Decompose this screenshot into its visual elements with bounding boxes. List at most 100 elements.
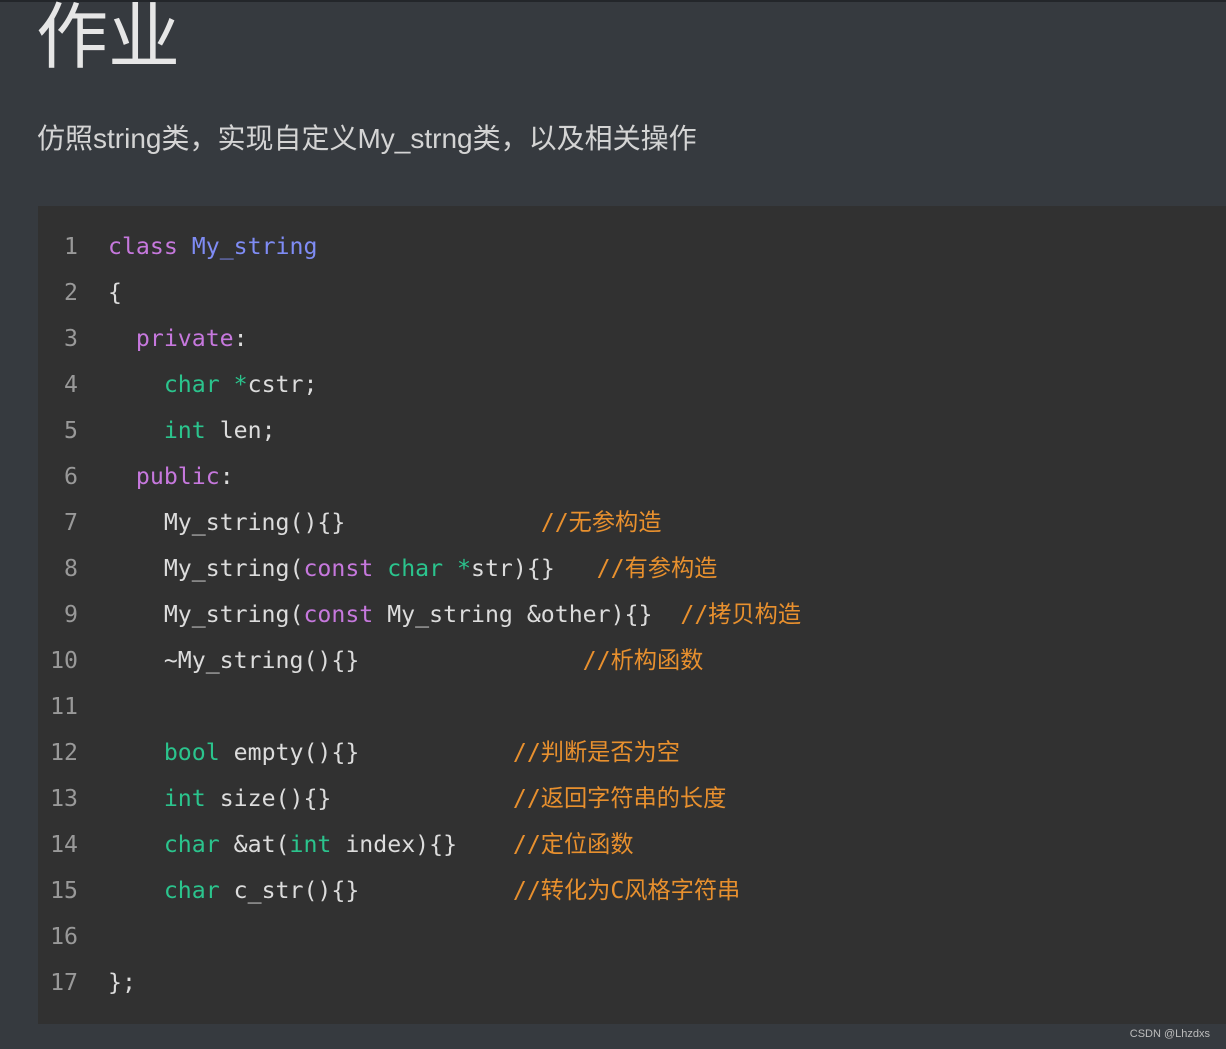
code-line: 11 [38, 684, 1226, 730]
code-line: 15 char c_str(){} //转化为C风格字符串 [38, 868, 1226, 914]
code-line: 1 class My_string [38, 224, 1226, 270]
code-content: { [108, 270, 122, 316]
code-line: 17}; [38, 960, 1226, 1006]
line-number: 9 [64, 601, 78, 628]
code-block: 1 class My_string 2{3 private: 4 char *cstr… [38, 206, 1226, 1024]
code-line: 10 ~My_string(){} //析构函数 [38, 638, 1226, 684]
line-number: 16 [50, 923, 78, 950]
watermark: CSDN @Lhzdxs [1129, 1028, 1210, 1040]
code-line: 7 My_string(){} //无参构造 [38, 500, 1226, 546]
code-text: My_string(){} [108, 509, 541, 536]
code-content: bool empty(){} //判断是否为空 [108, 730, 680, 776]
code-text: &at( [219, 831, 290, 858]
code-content: int size(){} //返回字符串的长度 [108, 776, 726, 822]
code-text: My_string &other){} [373, 601, 681, 628]
code-type: int [289, 831, 332, 858]
line-number: 11 [50, 693, 78, 720]
code-comment: //有参构造 [596, 555, 718, 582]
line-number: 12 [50, 739, 78, 766]
code-text: size(){} [205, 785, 513, 812]
code-text: empty(){} [219, 739, 513, 766]
code-line: 14 char &at(int index){} //定位函数 [38, 822, 1226, 868]
line-number: 7 [64, 509, 78, 536]
description-text: 仿照string类，实现自定义My_strng类，以及相关操作 [37, 123, 697, 154]
code-line: 2{ [38, 270, 1226, 316]
code-text: index){} [331, 831, 513, 858]
code-comment: //判断是否为空 [512, 739, 680, 766]
code-line: 13 int size(){} //返回字符串的长度 [38, 776, 1226, 822]
line-number: 8 [64, 555, 78, 582]
code-comment: //拷贝构造 [680, 601, 802, 628]
code-comment: //析构函数 [582, 647, 704, 674]
code-content: char *cstr; [108, 362, 318, 408]
code-text: len; [205, 417, 276, 444]
code-text: : [219, 463, 234, 490]
line-number: 6 [64, 463, 78, 490]
line-number: 17 [50, 969, 78, 996]
code-type: * [233, 371, 248, 398]
code-content: My_string(const char *str){} //有参构造 [108, 546, 718, 592]
code-line: 3 private: [38, 316, 1226, 362]
code-content: ~My_string(){} //析构函数 [108, 638, 704, 684]
code-keyword: const [303, 555, 374, 582]
code-comment: //无参构造 [540, 509, 662, 536]
code-content: public: [108, 454, 234, 500]
code-content: class My_string [108, 224, 317, 270]
code-text: c_str(){} [219, 877, 513, 904]
code-function-name: My_string [191, 233, 318, 260]
code-comment: //返回字符串的长度 [512, 785, 727, 812]
code-keyword: class [108, 233, 178, 260]
code-keyword: public [135, 463, 220, 490]
code-line: 4 char *cstr; [38, 362, 1226, 408]
code-type: int [163, 785, 206, 812]
code-content: My_string(const My_string &other){} //拷贝… [108, 592, 801, 638]
code-text: cstr; [247, 371, 318, 398]
code-text: { [108, 279, 122, 306]
top-border [0, 0, 1226, 2]
code-type: * [457, 555, 472, 582]
code-content: }; [108, 960, 136, 1006]
code-type: bool [163, 739, 220, 766]
code-text: ~My_string(){} [108, 647, 583, 674]
code-text: My_string( [108, 601, 304, 628]
code-keyword: const [303, 601, 374, 628]
code-content: char c_str(){} //转化为C风格字符串 [108, 868, 740, 914]
line-number: 1 [64, 233, 78, 260]
code-keyword: private [135, 325, 234, 352]
code-content: int len; [108, 408, 276, 454]
line-number: 13 [50, 785, 78, 812]
code-content: char &at(int index){} //定位函数 [108, 822, 634, 868]
code-line: 8 My_string(const char *str){} //有参构造 [38, 546, 1226, 592]
line-number: 5 [64, 417, 78, 444]
code-comment: //定位函数 [512, 831, 634, 858]
code-line: 6 public: [38, 454, 1226, 500]
code-text: str){} [471, 555, 597, 582]
code-line: 9 My_string(const My_string &other){} //… [38, 592, 1226, 638]
code-type: int [163, 417, 206, 444]
code-line: 12 bool empty(){} //判断是否为空 [38, 730, 1226, 776]
code-line: 16 [38, 914, 1226, 960]
code-text: : [233, 325, 248, 352]
code-text: }; [108, 969, 136, 996]
page-title: 作业 [36, 0, 181, 79]
line-number: 2 [64, 279, 78, 306]
code-line: 5 int len; [38, 408, 1226, 454]
line-number: 14 [50, 831, 78, 858]
code-type: char [387, 555, 444, 582]
code-type: char [163, 877, 220, 904]
line-number: 3 [64, 325, 78, 352]
line-number: 10 [50, 647, 78, 674]
code-type: char [163, 831, 220, 858]
